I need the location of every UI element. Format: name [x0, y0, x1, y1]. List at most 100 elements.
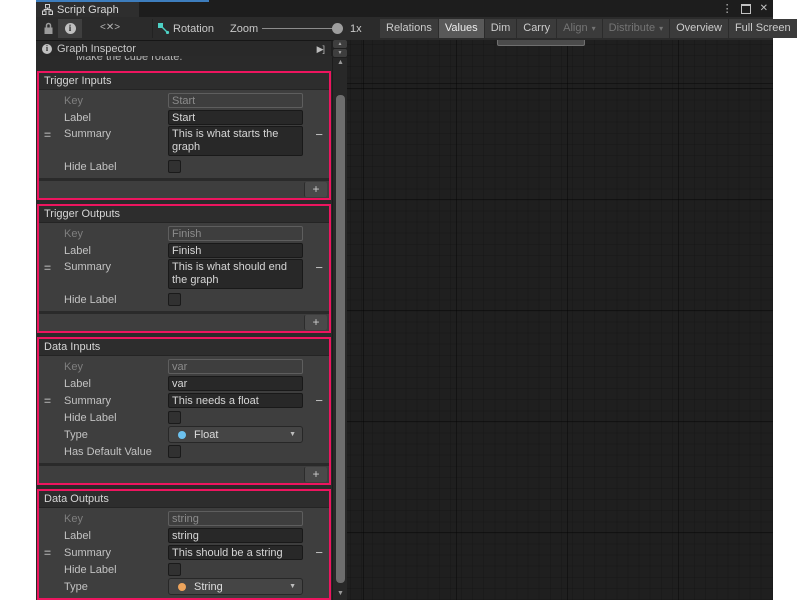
inspector-scrollbar[interactable]: ▲ ▼: [332, 58, 348, 600]
lock-icon[interactable]: [43, 22, 54, 35]
zoom-slider-handle[interactable]: [332, 23, 343, 34]
add-item-button[interactable]: +: [304, 315, 327, 330]
graph-node-fragment[interactable]: [497, 40, 585, 46]
field-label: Hide Label: [64, 412, 168, 424]
remove-item-button[interactable]: −: [315, 546, 323, 559]
zoom-value: 1x: [350, 23, 362, 35]
section-title: Data Outputs: [39, 491, 329, 508]
scrollbar-thumb[interactable]: [336, 95, 345, 583]
label-input[interactable]: Start: [168, 110, 303, 125]
hide-label-checkbox[interactable]: [168, 411, 181, 424]
toolbar-button-full-screen[interactable]: Full Screen: [729, 19, 797, 38]
field-row-hide-label: Hide Label: [39, 158, 329, 175]
label-input[interactable]: Finish: [168, 243, 303, 258]
field-label: Label: [64, 530, 168, 542]
field-row-hide-label: Hide Label: [39, 291, 329, 308]
section-data-outputs: Data OutputsKeystringLabelstring=Summary…: [37, 489, 331, 600]
toolbar-button-label: Carry: [523, 19, 550, 38]
breadcrumb-rotation[interactable]: Rotation: [173, 23, 214, 35]
toolbar-button-distribute: Distribute▾: [603, 19, 669, 38]
summary-input[interactable]: This should be a string: [168, 545, 303, 560]
field-row-label: LabelFinish: [39, 242, 329, 259]
caret-down-icon: ▾: [659, 19, 663, 38]
drag-handle[interactable]: =: [44, 546, 51, 560]
remove-item-button[interactable]: −: [315, 128, 323, 141]
toolbar: i <✕> Rotation Zoom 1x RelationsValuesDi…: [36, 17, 773, 41]
section-content: KeyFinishLabelFinish = SummaryThis is what…: [39, 223, 329, 311]
field-label: Key: [64, 361, 168, 373]
summary-input[interactable]: This is what starts the graph: [168, 126, 303, 156]
toolbar-button-values[interactable]: Values: [439, 19, 484, 38]
hide-label-checkbox[interactable]: [168, 160, 181, 173]
scrollbar-down-arrow[interactable]: ▼: [333, 589, 348, 599]
spinner-down-button[interactable]: ▼: [333, 49, 347, 57]
field-row-key: Keyvar: [39, 358, 329, 375]
summary-input[interactable]: This needs a float: [168, 393, 303, 408]
field-row-key: Keystring: [39, 510, 329, 527]
summary-input[interactable]: This is what should end the graph: [168, 259, 303, 289]
field-label: Has Default Value: [64, 446, 168, 458]
dropdown-value: Float: [194, 429, 218, 441]
drag-handle[interactable]: =: [44, 261, 51, 275]
field-row-has-default-value: Has Default Value: [39, 443, 329, 460]
section-title: Trigger Outputs: [39, 206, 329, 223]
drag-handle[interactable]: =: [44, 128, 51, 142]
toolbar-button-overview[interactable]: Overview: [670, 19, 728, 38]
zoom-slider-track[interactable]: [262, 28, 342, 29]
label-input[interactable]: string: [168, 528, 303, 543]
field-row-hide-label: Hide Label: [39, 561, 329, 578]
key-input: Start: [168, 93, 303, 108]
field-row-hide-label: Hide Label: [39, 409, 329, 426]
section-trigger-outputs: Trigger Outputs KeyFinishLabelFinish = Summ…: [37, 204, 331, 333]
remove-item-button[interactable]: −: [315, 394, 323, 407]
field-row-type: Type String ▼: [39, 578, 329, 595]
section-title: Data Inputs: [39, 339, 329, 356]
toolbar-button-label: Relations: [386, 19, 432, 38]
field-label: Label: [64, 378, 168, 390]
toolbar-button-label: Align: [563, 19, 587, 38]
section-content: KeyvarLabelvar=SummaryThis needs a float…: [39, 356, 329, 463]
drag-handle[interactable]: =: [44, 394, 51, 408]
toolbar-button-carry[interactable]: Carry: [517, 19, 556, 38]
inspector-toggle-button[interactable]: i: [58, 19, 82, 38]
code-preview-icon[interactable]: <✕>: [100, 22, 120, 33]
window-menu-icon[interactable]: ⋮: [722, 2, 732, 15]
close-icon[interactable]: ✕: [760, 3, 768, 14]
maximize-icon[interactable]: [741, 4, 751, 14]
has-default-value-checkbox[interactable]: [168, 445, 181, 458]
field-row-key: KeyFinish: [39, 225, 329, 242]
type-dropdown[interactable]: Float ▼: [168, 426, 303, 443]
field-row-key: KeyStart: [39, 92, 329, 109]
field-label: Summary: [64, 259, 168, 273]
spinner-up-button[interactable]: ▲: [333, 40, 347, 48]
hide-label-checkbox[interactable]: [168, 293, 181, 306]
label-input[interactable]: var: [168, 376, 303, 391]
tab-script-graph[interactable]: Script Graph: [36, 2, 139, 17]
dropdown-caret-icon: ▼: [289, 431, 296, 438]
info-icon: i: [42, 44, 52, 54]
zoom-label: Zoom: [230, 23, 258, 35]
add-item-button[interactable]: +: [304, 467, 327, 482]
remove-item-button[interactable]: −: [315, 261, 323, 274]
rotation-graph-icon: [158, 23, 170, 34]
field-label: Hide Label: [64, 161, 168, 173]
script-graph-window: Script Graph ⋮ ✕ i <✕> Rotation Zoom 1x …: [36, 0, 773, 600]
dropdown-value: String: [194, 581, 223, 593]
tab-bar: Script Graph ⋮ ✕: [36, 0, 773, 17]
toolbar-button-dim[interactable]: Dim: [485, 19, 517, 38]
field-label: Type: [64, 429, 168, 441]
type-dropdown[interactable]: String ▼: [168, 578, 303, 595]
tab-title: Script Graph: [57, 4, 119, 16]
dock-panel-icon[interactable]: ▶]: [317, 44, 324, 55]
caret-down-icon: ▾: [592, 19, 596, 38]
float-dot-icon: [178, 431, 186, 439]
scrollbar-up-arrow[interactable]: ▲: [333, 58, 348, 68]
field-label: Key: [64, 228, 168, 240]
dropdown-caret-icon: ▼: [289, 583, 296, 590]
hide-label-checkbox[interactable]: [168, 563, 181, 576]
toolbar-button-relations[interactable]: Relations: [380, 19, 438, 38]
add-item-button[interactable]: +: [304, 182, 327, 197]
add-row: +: [39, 314, 329, 331]
graph-canvas[interactable]: [347, 40, 773, 600]
field-label: Type: [64, 581, 168, 593]
